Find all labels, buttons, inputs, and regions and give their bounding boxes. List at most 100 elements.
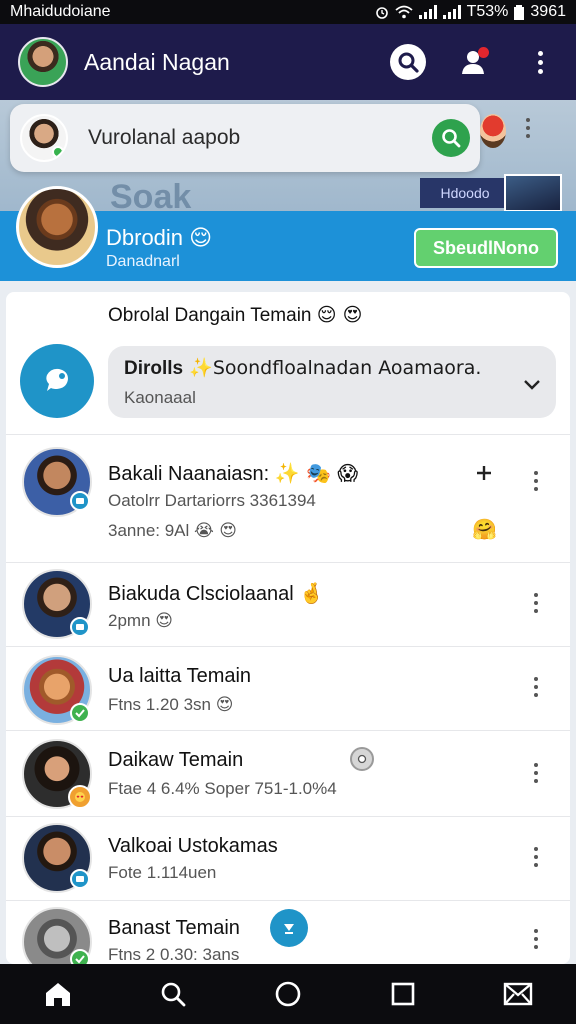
mini-card: Hdoodo [420, 178, 510, 208]
character-thumbnail[interactable] [480, 114, 506, 148]
contact-status: Fote 1.114uen [108, 863, 217, 882]
contact-status-badge [70, 491, 90, 511]
search-avatar [20, 114, 68, 162]
contact-status: Ftns 1.20 3sn 😍 [108, 695, 234, 715]
pin-badge-button[interactable] [270, 909, 308, 947]
row-more-button[interactable] [530, 763, 542, 783]
profile-avatar[interactable] [16, 186, 98, 268]
battery-text: T53% [466, 3, 509, 20]
search-input[interactable]: Vurolanal aapob [88, 126, 432, 150]
chevron-down-icon [524, 380, 540, 390]
more-vert-icon [530, 763, 542, 783]
contact-status: Ftns 2 0.30: 3ans [108, 945, 240, 964]
feature-card[interactable]: Dirolls ✨Soondfloalnadan Aoamaora. Kaona… [108, 346, 556, 418]
mini-thumbnail [504, 174, 562, 212]
profile-name-emoji: 😌 [189, 226, 213, 251]
pin-icon [284, 924, 294, 934]
search-more-button[interactable] [522, 118, 534, 138]
more-vert-icon [530, 929, 542, 949]
online-dot [52, 146, 64, 158]
contact-name: Daikaw Temain [108, 749, 244, 771]
list-item[interactable]: Banast Temain Ftns 2 0.30: 3ans [6, 900, 570, 964]
contact-time: 3anne: 9Al 😭 😍 [108, 521, 238, 541]
mail-icon [504, 982, 533, 1006]
contact-name: Biakuda Clsciolaanal 🤞 [108, 581, 325, 605]
add-contact-button[interactable] [456, 44, 492, 80]
more-vert-icon [530, 847, 542, 867]
wifi-icon [395, 5, 413, 19]
feature-chat-button[interactable] [20, 344, 94, 418]
contact-name: Banast Temain [108, 917, 240, 939]
nav-search[interactable] [153, 974, 193, 1014]
chat-icon [76, 624, 84, 630]
row-more-button[interactable] [530, 847, 542, 867]
chat-icon [76, 498, 84, 504]
feature-subtitle: Kaonaaal [124, 388, 196, 407]
plus-icon [477, 466, 491, 480]
section-title-emoji: 😌 😍 [316, 304, 363, 326]
status-bar: Mhaidudoiane T53% 3961 [0, 0, 576, 24]
nav-mail[interactable] [498, 974, 538, 1014]
profile-name: Dbrodin 😌 [106, 225, 213, 251]
notification-dot [478, 47, 489, 58]
profile-subtitle: Danadnarl [106, 253, 180, 270]
contact-status-badge [68, 785, 92, 809]
contact-status-badge [70, 869, 90, 889]
contact-status-emoji: 😍 [155, 611, 173, 631]
more-vert-icon [530, 677, 542, 697]
contact-name: Bakali Naanaiasn: ✨ 🎭 😱 [108, 461, 359, 485]
circle-icon [275, 981, 301, 1007]
search-button[interactable] [390, 44, 426, 80]
row-more-button[interactable] [530, 677, 542, 697]
contact-status-badge [70, 949, 90, 964]
signal-icon [418, 5, 437, 19]
user-avatar[interactable] [18, 37, 68, 87]
add-button[interactable] [466, 455, 502, 491]
heart-eyes-icon [75, 792, 85, 802]
contact-status-badge [70, 703, 90, 723]
search-submit-button[interactable] [432, 119, 470, 157]
app-bar: Aandai Nagan [0, 24, 576, 100]
signal-icon-2 [442, 5, 461, 19]
more-vert-icon [530, 593, 542, 613]
contact-time-emoji: 😭 😍 [194, 521, 238, 541]
carrier-text: Mhaidudoiane [10, 3, 111, 20]
chat-icon [76, 876, 84, 882]
row-more-button[interactable] [530, 593, 542, 613]
search-bar[interactable]: Vurolanal aapob [10, 104, 480, 172]
more-vert-icon [530, 471, 542, 491]
row-more-button[interactable] [530, 929, 542, 949]
nav-home[interactable] [38, 974, 78, 1014]
profile-action-button[interactable]: SbeudlNono [414, 228, 558, 268]
square-icon [391, 982, 415, 1006]
clock-text: 3961 [530, 3, 566, 20]
expand-button[interactable] [522, 378, 542, 397]
feature-title: Dirolls ✨Soondfloalnadan Aoamaora. [124, 357, 482, 379]
search-icon [398, 52, 419, 73]
list-item[interactable]: Daikaw Temain Ftae 4 6.4% Soper 751-1.0%… [6, 730, 570, 816]
list-item[interactable]: Valkoai Ustokamas Fote 1.114uen [6, 816, 570, 900]
contact-name-emoji: ✨ 🎭 😱 [274, 461, 359, 485]
battery-icon [514, 4, 525, 20]
check-icon [75, 709, 85, 718]
list-item[interactable]: Biakuda Clsciolaanal 🤞 2pmn 😍 [6, 562, 570, 646]
list-item[interactable]: Bakali Naanaiasn: ✨ 🎭 😱 Oatolrr Dartario… [6, 434, 570, 562]
nav-circle[interactable] [268, 974, 308, 1014]
nav-square[interactable] [383, 974, 423, 1014]
contact-status: 2pmn 😍 [108, 611, 173, 631]
alarm-icon [375, 7, 388, 19]
bottom-nav [0, 964, 576, 1024]
contact-status: Oatolrr Dartariorrs 3361394 [108, 491, 316, 510]
list-item[interactable]: Ua laitta Temain Ftns 1.20 3sn 😍 [6, 646, 570, 730]
more-vert-icon [522, 118, 534, 138]
status-icons: T53% 3961 [375, 3, 566, 21]
section-title: Obrolal Dangain Temain 😌 😍 [108, 304, 363, 326]
search-icon [161, 982, 186, 1007]
chat-bubble-icon [46, 368, 68, 391]
contact-status-badge [70, 617, 90, 637]
overflow-menu-button[interactable] [522, 44, 558, 80]
contact-name-emoji: 🤞 [299, 581, 325, 605]
background-word: Soak [110, 178, 192, 215]
row-more-button[interactable] [530, 471, 542, 491]
home-icon [45, 983, 70, 1006]
